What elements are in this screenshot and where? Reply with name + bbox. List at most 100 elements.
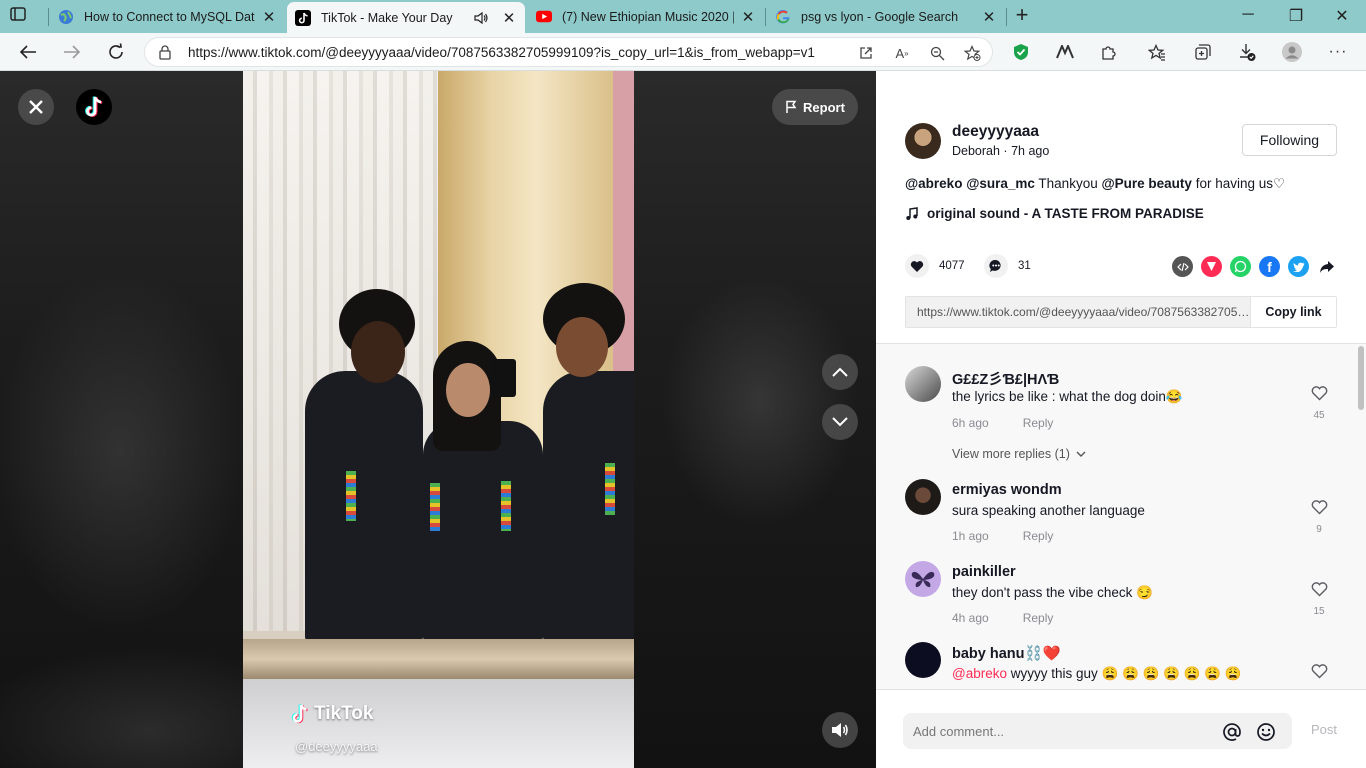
close-tab-icon[interactable]: ✕ [740,8,756,26]
chevron-down-icon [1076,451,1086,457]
heart-outline-icon[interactable] [1309,664,1329,684]
send-to-friends-icon[interactable] [1201,256,1222,277]
commenter-name[interactable]: G££Z彡Ɓ£|HΛƁ [952,368,1059,389]
comments-scrollbar[interactable] [1358,346,1364,410]
previous-video-button[interactable] [822,354,858,390]
author-avatar[interactable] [905,123,941,159]
comment-composer: Post [876,689,1366,768]
comment-icon[interactable] [984,254,1008,278]
post-caption: @abreko @sura_mc Thankyou @Pure beauty f… [905,176,1286,191]
extensions-icon[interactable] [1098,41,1120,63]
commenter-avatar[interactable] [905,479,941,515]
tab-strip: How to Connect to MySQL Datab ✕ TikTok -… [0,0,1366,33]
video-frame[interactable] [243,71,634,768]
back-button[interactable] [16,40,40,64]
new-tab-button[interactable]: + [1011,4,1033,27]
zoom-icon[interactable] [928,44,946,62]
tab-mysql[interactable]: How to Connect to MySQL Datab ✕ [50,3,285,30]
caption-mention[interactable]: @abreko [905,176,962,191]
favorites-icon[interactable] [1146,41,1168,63]
report-button[interactable]: Report [772,89,858,125]
settings-menu-icon[interactable]: ··· [1327,41,1349,63]
commenter-name[interactable]: baby hanu⛓️❤️ [952,645,1061,662]
speaker-icon[interactable] [473,10,489,26]
extension-logo-icon[interactable] [1054,41,1076,63]
emoji-icon[interactable] [1255,721,1277,743]
like-action[interactable]: 4077 [905,254,965,278]
tiktok-logo[interactable] [76,89,112,125]
view-more-replies[interactable]: View more replies (1) [952,447,1086,461]
commenter-avatar[interactable] [905,642,941,678]
comment-like-count: 15 [1313,606,1325,617]
author-display-name: Deborah [952,144,1000,158]
facebook-icon[interactable]: f [1259,256,1280,277]
caption-mention[interactable]: @Pure beauty [1101,176,1191,191]
author-username[interactable]: deeyyyyaaa [952,123,1039,141]
share-arrow-icon[interactable] [1316,256,1337,277]
reload-button[interactable] [104,40,128,64]
close-tab-icon[interactable]: ✕ [261,8,277,26]
reply-link[interactable]: Reply [1023,416,1054,430]
volume-button[interactable] [822,712,858,748]
copy-link-button[interactable]: Copy link [1250,297,1336,327]
next-video-button[interactable] [822,404,858,440]
tab-actions-icon[interactable] [10,7,38,27]
tab-youtube[interactable]: (7) New Ethiopian Music 2020 || ✕ [528,3,764,30]
twitter-icon[interactable] [1288,256,1309,277]
whatsapp-icon[interactable] [1230,256,1251,277]
close-window-button[interactable]: ✕ [1322,6,1362,28]
embed-icon[interactable] [1172,256,1193,277]
collections-icon[interactable] [1192,41,1214,63]
open-in-app-icon[interactable] [857,44,875,62]
comment-mention[interactable]: @abreko [952,666,1007,681]
add-favorite-icon[interactable] [963,44,981,62]
shield-icon[interactable] [1010,41,1032,63]
close-tab-icon[interactable]: ✕ [501,9,517,27]
tab-google[interactable]: psg vs lyon - Google Search ✕ [767,3,1005,30]
following-button[interactable]: Following [1242,124,1337,156]
comment-time: 6h ago [952,416,989,430]
restore-button[interactable]: ❐ [1276,6,1316,28]
tiktok-icon [291,703,308,724]
close-tab-icon[interactable]: ✕ [981,8,997,26]
commenter-avatar[interactable] [905,561,941,597]
tab-tiktok[interactable]: TikTok - Make Your Day ✕ [287,2,525,33]
address-bar[interactable]: https://www.tiktok.com/@deeyyyyaaa/video… [144,37,993,67]
profile-avatar[interactable] [1281,41,1303,63]
tab-title: How to Connect to MySQL Datab [84,9,255,24]
comment-time: 1h ago [952,529,989,543]
mention-icon[interactable] [1221,721,1243,743]
forward-button[interactable] [60,40,84,64]
caption-mention[interactable]: @sura_mc [966,176,1035,191]
video-link-text[interactable]: https://www.tiktok.com/@deeyyyyaaa/video… [917,305,1252,319]
minimize-button[interactable]: ─ [1228,6,1268,28]
tab-separator [765,8,766,26]
heart-outline-icon[interactable] [1309,386,1329,406]
downloads-icon[interactable] [1236,41,1258,63]
post-comment-button[interactable]: Post [1311,722,1337,737]
close-video-button[interactable] [18,89,54,125]
address-text[interactable]: https://www.tiktok.com/@deeyyyyaaa/video… [188,45,815,60]
comment-like-count: 45 [1313,410,1325,421]
reply-link[interactable]: Reply [1023,529,1054,543]
tab-separator [1006,8,1007,26]
heart-outline-icon[interactable] [1309,582,1329,602]
comment-list[interactable]: G££Z彡Ɓ£|HΛƁ the lyrics be like : what th… [876,344,1366,689]
commenter-name[interactable]: ermiyas wondm [952,482,1062,498]
lock-icon[interactable] [159,45,171,65]
mirror-frame [243,639,634,679]
video-player-area[interactable]: TikTok @deeyyyyaaa Report [0,71,876,768]
heart-icon[interactable] [905,254,929,278]
reply-link[interactable]: Reply [1023,611,1054,625]
commenter-name[interactable]: painkiller [952,564,1016,580]
comment-count: 31 [1018,260,1031,272]
tab-title: (7) New Ethiopian Music 2020 || [562,9,734,24]
heart-outline-icon[interactable] [1309,500,1329,520]
music-link[interactable]: original sound - A TASTE FROM PARADISE [905,206,1204,221]
comment-meta: 6h ago Reply [952,416,1053,430]
copy-link-row: https://www.tiktok.com/@deeyyyyaaa/video… [905,296,1337,328]
read-aloud-icon[interactable]: A» [893,44,911,62]
google-icon [775,9,791,25]
comment-action[interactable]: 31 [984,254,1031,278]
commenter-avatar[interactable] [905,366,941,402]
